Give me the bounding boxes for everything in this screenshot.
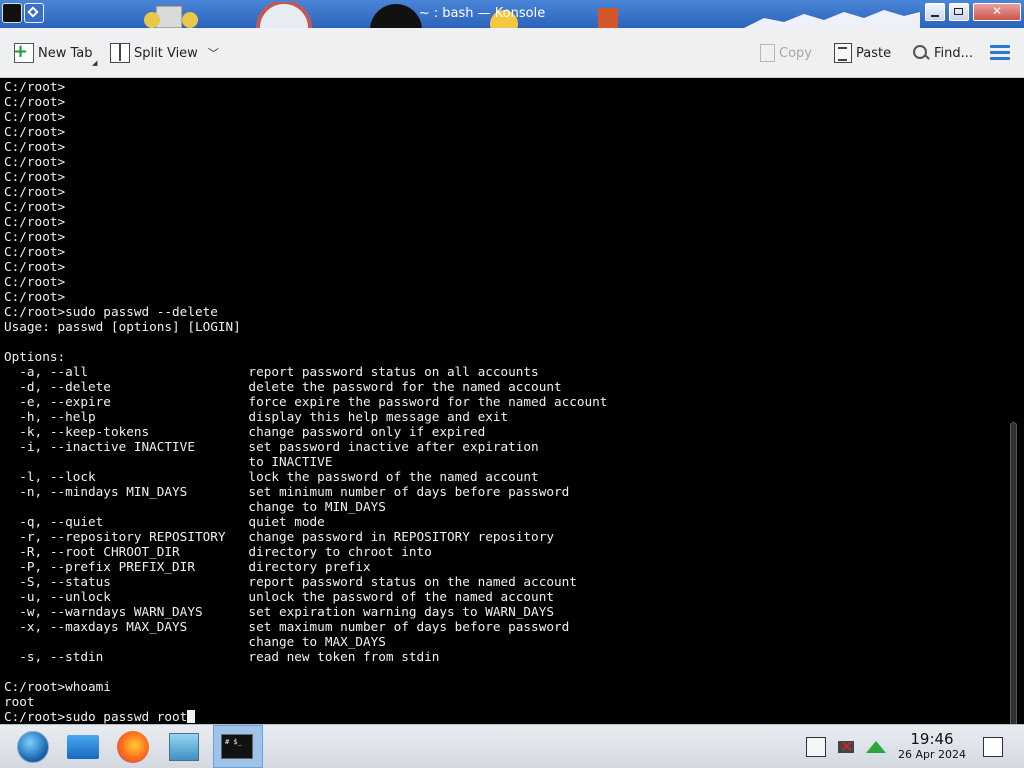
update-notifier-icon[interactable]	[866, 741, 886, 753]
taskbar: # $_ 19:46 26 Apr 2024	[0, 724, 1024, 768]
terminal-line: -d, --delete delete the password for the…	[4, 379, 562, 394]
clipboard-icon[interactable]	[806, 737, 826, 757]
terminal-line: C:/root>	[4, 199, 66, 214]
paste-button[interactable]: Paste	[834, 42, 891, 64]
terminal-line: -l, --lock lock the password of the name…	[4, 469, 539, 484]
search-icon	[912, 44, 930, 62]
terminal-line: -u, --unlock unlock the password of the …	[4, 589, 554, 604]
terminal-line: C:/root>	[4, 259, 66, 274]
terminal-line: -e, --expire force expire the password f…	[4, 394, 608, 409]
terminal-line: -R, --root CHROOT_DIR directory to chroo…	[4, 544, 432, 559]
terminal-line: change to MAX_DAYS	[4, 634, 386, 649]
terminal-input-text: C:/root>sudo passwd root	[4, 709, 188, 724]
window-title: ~ : bash — Konsole	[418, 6, 546, 21]
terminal-view[interactable]: C:/root> C:/root> C:/root> C:/root> C:/root>…	[0, 78, 1024, 724]
terminal-line: C:/root>	[4, 229, 66, 244]
network-disconnected-icon[interactable]	[836, 737, 856, 757]
title-bar: ~ : bash — Konsole	[0, 0, 1024, 28]
terminal-line: -P, --prefix PREFIX_DIR directory prefix	[4, 559, 371, 574]
terminal-line: -S, --status report password status on t…	[4, 574, 577, 589]
terminal-input-line[interactable]: C:/root>sudo passwd root	[4, 709, 607, 724]
start-menu-icon[interactable]	[17, 731, 49, 763]
paste-label: Paste	[856, 45, 892, 61]
terminal-line: Usage: passwd [options] [LOGIN]	[4, 319, 241, 334]
terminal-line: change to MIN_DAYS	[4, 499, 386, 514]
terminal-line: C:/root>	[4, 244, 66, 259]
terminal-line: -h, --help display this help message and…	[4, 409, 509, 424]
terminal-line: C:/root>whoami	[4, 679, 111, 694]
terminal-line: -q, --quiet quiet mode	[4, 514, 325, 529]
split-view-button[interactable]: Split View ﹀	[110, 42, 219, 64]
paste-icon	[834, 43, 852, 63]
clock[interactable]: 19:46 26 Apr 2024	[890, 730, 974, 762]
terminal-line: -n, --mindays MIN_DAYS set minimum numbe…	[4, 484, 570, 499]
terminal-line: -s, --stdin read new token from stdin	[4, 649, 440, 664]
konsole-icon[interactable]: # $_	[221, 734, 253, 759]
terminal-line: C:/root>	[4, 94, 66, 109]
terminal-output: C:/root> C:/root> C:/root> C:/root> C:/root>…	[4, 79, 607, 724]
terminal-line: C:/root>	[4, 214, 66, 229]
new-tab-dropdown-icon[interactable]: ◢	[92, 59, 97, 67]
find-button[interactable]: Find...	[912, 42, 973, 64]
text-cursor	[187, 710, 196, 723]
terminal-line: C:/root>	[4, 79, 66, 94]
terminal-line: C:/root>sudo passwd --delete	[4, 304, 218, 319]
terminal-line: -k, --keep-tokens change password only i…	[4, 424, 486, 439]
terminal-line: -r, --repository REPOSITORY change passw…	[4, 529, 554, 544]
find-label: Find...	[934, 45, 974, 61]
terminal-line: C:/root>	[4, 274, 66, 289]
terminal-line: to INACTIVE	[4, 454, 333, 469]
terminal-line: -a, --all report password status on all …	[4, 364, 539, 379]
file-manager-icon[interactable]	[67, 735, 99, 759]
new-tab-label: New Tab	[38, 45, 93, 61]
copy-icon	[760, 44, 775, 62]
firefox-icon[interactable]	[117, 731, 149, 763]
terminal-line: -i, --inactive INACTIVE set password ina…	[4, 439, 539, 454]
terminal-line: C:/root>	[4, 124, 66, 139]
terminal-line: root	[4, 694, 35, 709]
hamburger-menu-icon[interactable]	[990, 45, 1010, 61]
scrollbar[interactable]	[1010, 422, 1017, 724]
split-view-label: Split View	[134, 45, 198, 61]
network-manager-icon[interactable]	[169, 733, 199, 761]
terminal-line: C:/root>	[4, 169, 66, 184]
clock-time: 19:46	[910, 730, 954, 748]
minimize-button[interactable]	[925, 3, 945, 21]
terminal-line: C:/root>	[4, 184, 66, 199]
terminal-line: C:/root>	[4, 289, 66, 304]
clock-date: 26 Apr 2024	[897, 748, 966, 761]
maximize-button[interactable]	[949, 3, 969, 21]
terminal-line: C:/root>	[4, 139, 66, 154]
terminal-line: -x, --maxdays MAX_DAYS set maximum numbe…	[4, 619, 570, 634]
new-tab-icon	[13, 41, 34, 63]
chevron-down-icon[interactable]: ﹀	[208, 45, 219, 61]
terminal-line: -w, --warndays WARN_DAYS set expiration …	[4, 604, 554, 619]
new-tab-button[interactable]: New Tab	[13, 41, 93, 64]
show-desktop-icon[interactable]	[983, 737, 1003, 757]
toolbar: New Tab ◢ Split View ﹀ Copy Paste Find..…	[0, 28, 1024, 78]
terminal-line: Options:	[4, 349, 66, 364]
terminal-line: C:/root>	[4, 109, 66, 124]
terminal-line: C:/root>	[4, 154, 66, 169]
split-view-icon	[110, 43, 130, 63]
close-button[interactable]	[973, 3, 1021, 21]
copy-button[interactable]: Copy	[760, 42, 812, 64]
copy-label: Copy	[779, 45, 812, 61]
